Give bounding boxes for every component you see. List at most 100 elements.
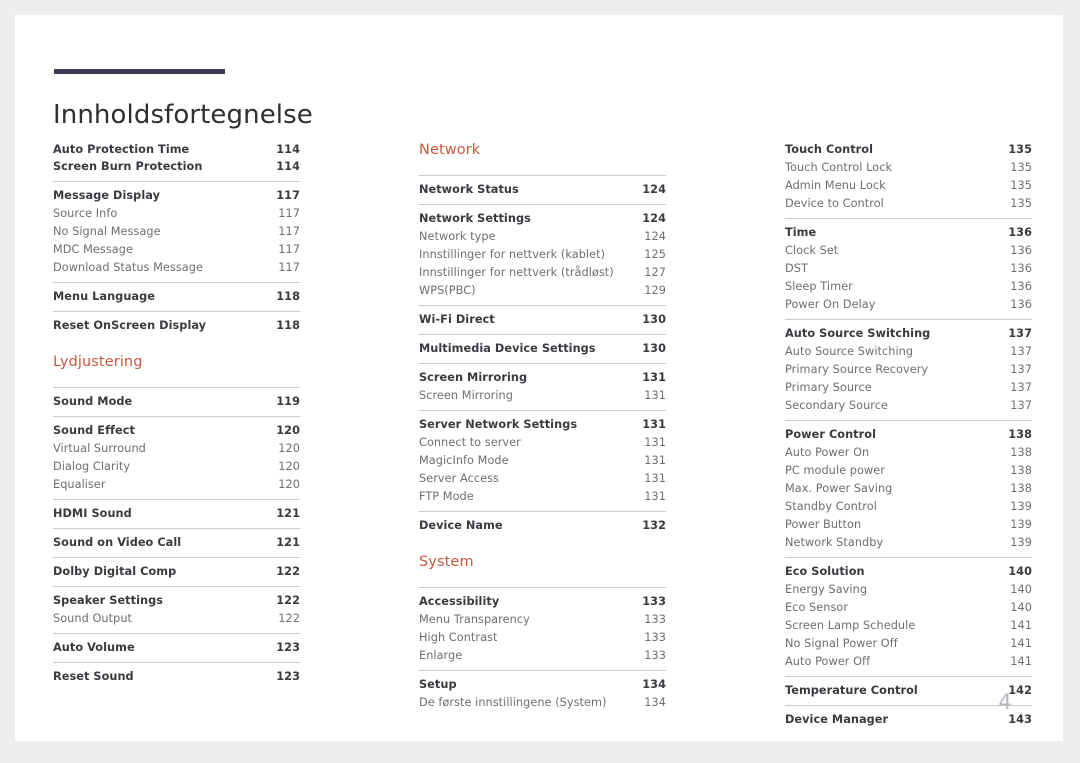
toc-entry-page-number: 129 bbox=[644, 284, 666, 297]
toc-entry-label: Eco Solution bbox=[785, 565, 865, 578]
toc-entry-secondary[interactable]: Device to Control 135 bbox=[785, 194, 1032, 212]
toc-entry-primary[interactable]: Dolby Digital Comp 122 bbox=[53, 557, 300, 580]
toc-entry-secondary[interactable]: Secondary Source 137 bbox=[785, 396, 1032, 414]
toc-entry-label: FTP Mode bbox=[419, 490, 474, 503]
toc-entry-secondary[interactable]: Network type 124 bbox=[419, 227, 666, 245]
toc-entry-page-number: 135 bbox=[1010, 161, 1032, 174]
toc-entry-primary[interactable]: Sound Effect 120 bbox=[53, 416, 300, 439]
toc-entry-secondary[interactable]: Max. Power Saving 138 bbox=[785, 479, 1032, 497]
toc-entry-primary[interactable]: Speaker Settings 122 bbox=[53, 586, 300, 609]
toc-entry-secondary[interactable]: Innstillinger for nettverk (trådløst) 127 bbox=[419, 263, 666, 281]
toc-entry-secondary[interactable]: Clock Set 136 bbox=[785, 241, 1032, 259]
toc-entry-primary[interactable]: Accessibility 133 bbox=[419, 587, 666, 610]
toc-entry-primary[interactable]: Eco Solution 140 bbox=[785, 557, 1032, 580]
toc-entry-secondary[interactable]: Dialog Clarity 120 bbox=[53, 457, 300, 475]
toc-entry-secondary[interactable]: De første innstillingene (System) 134 bbox=[419, 693, 666, 711]
toc-entry-primary[interactable]: Time 136 bbox=[785, 218, 1032, 241]
toc-entry-secondary[interactable]: Sound Output 122 bbox=[53, 609, 300, 627]
toc-entry-primary[interactable]: Server Network Settings 131 bbox=[419, 410, 666, 433]
toc-group: Time 136 Clock Set 136 DST 136 Sleep Timer 136 P… bbox=[785, 218, 1032, 314]
toc-entry-primary[interactable]: Auto Protection Time 114 bbox=[53, 141, 300, 158]
toc-entry-label: Power Control bbox=[785, 428, 876, 441]
toc-entry-label: Speaker Settings bbox=[53, 594, 164, 607]
toc-entry-secondary[interactable]: Enlarge 133 bbox=[419, 646, 666, 664]
toc-group: Speaker Settings 122 Sound Output 122 bbox=[53, 586, 300, 628]
toc-entry-secondary[interactable]: WPS(PBC) 129 bbox=[419, 281, 666, 299]
toc-entry-secondary[interactable]: Eco Sensor 140 bbox=[785, 598, 1032, 616]
toc-entry-primary[interactable]: Menu Language 118 bbox=[53, 282, 300, 305]
toc-entry-primary[interactable]: Device Name 132 bbox=[419, 511, 666, 534]
toc-entry-primary[interactable]: Wi-Fi Direct 130 bbox=[419, 305, 666, 328]
toc-entry-primary[interactable]: Reset Sound 123 bbox=[53, 662, 300, 685]
toc-entry-secondary[interactable]: Power On Delay 136 bbox=[785, 295, 1032, 313]
toc-entry-primary[interactable]: Auto Volume 123 bbox=[53, 633, 300, 656]
toc-entry-label: Source Info bbox=[53, 207, 118, 220]
toc-entry-label: Energy Saving bbox=[785, 583, 868, 596]
toc-entry-page-number: 117 bbox=[276, 189, 300, 202]
toc-entry-secondary[interactable]: No Signal Message 117 bbox=[53, 222, 300, 240]
toc-entry-secondary[interactable]: Auto Source Switching 137 bbox=[785, 342, 1032, 360]
toc-group: Power Control 138 Auto Power On 138 PC modul… bbox=[785, 420, 1032, 552]
toc-entry-page-number: 133 bbox=[644, 631, 666, 644]
toc-entry-secondary[interactable]: Connect to server 131 bbox=[419, 433, 666, 451]
toc-entry-secondary[interactable]: No Signal Power Off 141 bbox=[785, 634, 1032, 652]
toc-entry-primary[interactable]: Touch Control 135 bbox=[785, 141, 1032, 158]
toc-entry-label: Reset OnScreen Display bbox=[53, 319, 207, 332]
toc-entry-page-number: 120 bbox=[278, 442, 300, 455]
toc-entry-secondary[interactable]: Innstillinger for nettverk (kablet) 125 bbox=[419, 245, 666, 263]
toc-entry-secondary[interactable]: Screen Lamp Schedule 141 bbox=[785, 616, 1032, 634]
toc-entry-secondary[interactable]: DST 136 bbox=[785, 259, 1032, 277]
toc-entry-secondary[interactable]: Auto Power Off 141 bbox=[785, 652, 1032, 670]
toc-entry-label: Eco Sensor bbox=[785, 601, 849, 614]
toc-entry-secondary[interactable]: Equaliser 120 bbox=[53, 475, 300, 493]
toc-entry-page-number: 117 bbox=[278, 261, 300, 274]
toc-entry-secondary[interactable]: MDC Message 117 bbox=[53, 240, 300, 258]
toc-group: Multimedia Device Settings 130 bbox=[419, 334, 666, 358]
toc-entry-primary[interactable]: Sound Mode 119 bbox=[53, 387, 300, 410]
toc-entry-label: Primary Source Recovery bbox=[785, 363, 929, 376]
toc-entry-secondary[interactable]: Touch Control Lock 135 bbox=[785, 158, 1032, 176]
toc-entry-secondary[interactable]: Virtual Surround 120 bbox=[53, 439, 300, 457]
toc-entry-primary[interactable]: Message Display 117 bbox=[53, 181, 300, 204]
toc-entry-secondary[interactable]: Source Info 117 bbox=[53, 204, 300, 222]
toc-entry-secondary[interactable]: Menu Transparency 133 bbox=[419, 610, 666, 628]
toc-entry-page-number: 141 bbox=[1010, 619, 1032, 632]
toc-entry-secondary[interactable]: Standby Control 139 bbox=[785, 497, 1032, 515]
toc-entry-label: Network Settings bbox=[419, 212, 531, 225]
toc-entry-primary[interactable]: Network Status 124 bbox=[419, 175, 666, 198]
toc-entry-primary[interactable]: Screen Burn Protection 114 bbox=[53, 158, 300, 175]
toc-entry-secondary[interactable]: Server Access 131 bbox=[419, 469, 666, 487]
toc-entry-page-number: 118 bbox=[276, 290, 300, 303]
toc-entry-secondary[interactable]: Auto Power On 138 bbox=[785, 443, 1032, 461]
toc-entry-secondary[interactable]: High Contrast 133 bbox=[419, 628, 666, 646]
toc-entry-secondary[interactable]: FTP Mode 131 bbox=[419, 487, 666, 505]
toc-entry-primary[interactable]: HDMI Sound 121 bbox=[53, 499, 300, 522]
toc-entry-primary[interactable]: Network Settings 124 bbox=[419, 204, 666, 227]
toc-entry-secondary[interactable]: MagicInfo Mode 131 bbox=[419, 451, 666, 469]
toc-group: Menu Language 118 bbox=[53, 282, 300, 306]
toc-entry-label: Menu Transparency bbox=[419, 613, 530, 626]
toc-entry-secondary[interactable]: Sleep Timer 136 bbox=[785, 277, 1032, 295]
toc-entry-label: Multimedia Device Settings bbox=[419, 342, 596, 355]
toc-entry-secondary[interactable]: Network Standby 139 bbox=[785, 533, 1032, 551]
toc-entry-secondary[interactable]: Power Button 139 bbox=[785, 515, 1032, 533]
toc-entry-primary[interactable]: Sound on Video Call 121 bbox=[53, 528, 300, 551]
toc-entry-secondary[interactable]: Screen Mirroring 131 bbox=[419, 386, 666, 404]
toc-entry-secondary[interactable]: Download Status Message 117 bbox=[53, 258, 300, 276]
toc-entry-primary[interactable]: Auto Source Switching 137 bbox=[785, 319, 1032, 342]
toc-entry-primary[interactable]: Multimedia Device Settings 130 bbox=[419, 334, 666, 357]
toc-entry-primary[interactable]: Setup 134 bbox=[419, 670, 666, 693]
toc-entry-label: Time bbox=[785, 226, 817, 239]
toc-entry-page-number: 131 bbox=[644, 472, 666, 485]
toc-entry-label: Network Standby bbox=[785, 536, 884, 549]
toc-entry-secondary[interactable]: PC module power 138 bbox=[785, 461, 1032, 479]
toc-entry-secondary[interactable]: Energy Saving 140 bbox=[785, 580, 1032, 598]
toc-entry-secondary[interactable]: Primary Source Recovery 137 bbox=[785, 360, 1032, 378]
toc-entry-primary[interactable]: Screen Mirroring 131 bbox=[419, 363, 666, 386]
toc-entry-secondary[interactable]: Admin Menu Lock 135 bbox=[785, 176, 1032, 194]
toc-entry-primary[interactable]: Reset OnScreen Display 118 bbox=[53, 311, 300, 334]
toc-entry-primary[interactable]: Power Control 138 bbox=[785, 420, 1032, 443]
toc-entry-label: Connect to server bbox=[419, 436, 521, 449]
toc-entry-secondary[interactable]: Primary Source 137 bbox=[785, 378, 1032, 396]
toc-entry-label: Auto Volume bbox=[53, 641, 135, 654]
